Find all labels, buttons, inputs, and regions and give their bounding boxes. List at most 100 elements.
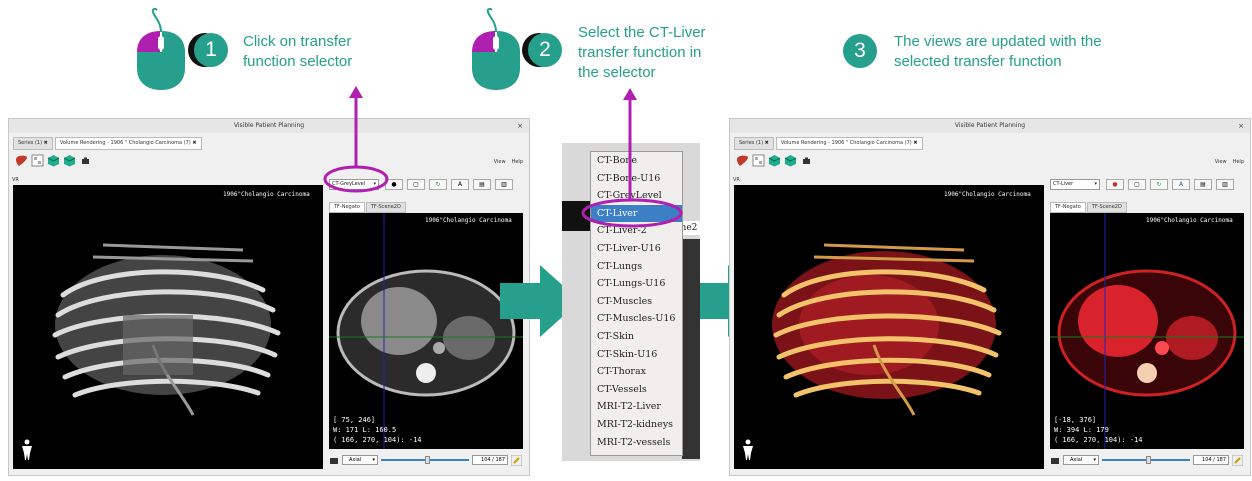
camera-icon-small[interactable] <box>1050 455 1060 465</box>
delete-button[interactable]: ● <box>1106 179 1124 190</box>
slice-controls: Axial 104 / 187 <box>329 453 523 467</box>
menu-help[interactable]: Help <box>512 159 523 165</box>
tf-button-row: ● ▢ ↻ A ▤ ▥ <box>1106 179 1234 190</box>
slice-slider[interactable] <box>381 456 469 464</box>
liver-icon[interactable] <box>15 154 28 167</box>
slider-handle[interactable] <box>425 456 430 464</box>
layout-grid-icon[interactable] <box>752 154 765 167</box>
liver-option-highlight-ellipse <box>581 198 683 228</box>
tf-button-row: ● ▢ ↻ A ▤ ▥ <box>385 179 513 190</box>
pin-icon[interactable] <box>1232 454 1243 466</box>
dropdown-item[interactable]: CT-Liver-U16 <box>591 240 682 258</box>
cube-icon-2[interactable] <box>63 154 76 167</box>
pin-icon[interactable] <box>511 454 522 466</box>
info-voxel: ( 166, 270, 104): -14 <box>333 436 422 444</box>
reset-button[interactable]: ↻ <box>429 179 447 190</box>
step-2-line-2: transfer function in <box>578 44 702 61</box>
slice-index: 104 / 187 <box>472 455 508 465</box>
slice-slider[interactable] <box>1102 456 1190 464</box>
dropdown-item[interactable]: MRI-T2-Liver <box>591 398 682 416</box>
info-coords: [ 75, 246] <box>333 416 376 424</box>
patient-name-2d: 1906"Cholangio Carcinoma <box>425 217 512 224</box>
info-window-level: W: 394 L: 179 <box>1054 426 1109 434</box>
camera-icon[interactable] <box>79 154 92 167</box>
patient-name: 1906"Cholangio Carcinoma <box>944 191 1031 198</box>
cube-icon[interactable] <box>47 154 60 167</box>
camera-icon[interactable] <box>800 154 813 167</box>
step-3-line-1: The views are updated with the <box>894 33 1102 50</box>
slice-controls: Axial 104 / 187 <box>1050 453 1244 467</box>
close-icon[interactable]: × <box>517 119 523 133</box>
dropdown-item[interactable]: MRI-T2-vessels <box>591 434 682 452</box>
right-panel: CT-Liver ● ▢ ↻ A ▤ ▥ TF-Negato TF-Scene2… <box>1050 177 1246 471</box>
tab-bar: Series (1) ✖ Volume Rendering - 1906 " C… <box>734 137 923 150</box>
window-title: Visible Patient Planning <box>9 119 529 133</box>
rename-button[interactable]: A <box>1172 179 1190 190</box>
tab-tf-negato[interactable]: TF-Negato <box>1050 202 1086 213</box>
toolbar <box>15 154 92 167</box>
step-1-pointer-arrow <box>349 86 363 166</box>
volume-render-view[interactable]: 1906"Cholangio Carcinoma <box>734 185 1044 469</box>
rename-button[interactable]: A <box>451 179 469 190</box>
ct-slice-liver <box>1050 213 1244 449</box>
tab-volume-rendering[interactable]: Volume Rendering - 1906 " Cholangio Carc… <box>775 137 923 150</box>
dropdown-item[interactable]: CT-Vessels <box>591 381 682 399</box>
orientation-person-icon <box>743 439 753 460</box>
view-label: VR <box>733 177 740 183</box>
ribcage-render-liver <box>772 243 1002 416</box>
new-button[interactable]: ▢ <box>407 179 425 190</box>
liver-icon[interactable] <box>736 154 749 167</box>
dropdown-item[interactable]: MRI-T2-kidneys <box>591 416 682 434</box>
volume-render-view[interactable]: 1906"Cholangio Carcinoma <box>13 185 323 469</box>
mouse-left-click-icon <box>137 8 188 90</box>
step-2-pointer-arrow <box>623 88 637 200</box>
reset-button[interactable]: ↻ <box>1150 179 1168 190</box>
close-icon[interactable]: × <box>1238 119 1244 133</box>
dropdown-item[interactable]: CT-Skin-U16 <box>591 346 682 364</box>
new-button[interactable]: ▢ <box>1128 179 1146 190</box>
dropdown-item[interactable]: CT-Muscles <box>591 293 682 311</box>
axial-slice-view[interactable]: 1906"Cholangio Carcinoma [-18, 376] W: 3… <box>1050 213 1244 449</box>
cube-icon-2[interactable] <box>784 154 797 167</box>
tab-tf-scene2d[interactable]: TF-Scene2D <box>365 202 406 213</box>
info-window-level: W: 171 L: 160.5 <box>333 426 397 434</box>
export-button[interactable]: ▥ <box>1216 179 1234 190</box>
mouse-left-click-icon-2 <box>472 8 520 90</box>
camera-icon-small[interactable] <box>329 455 339 465</box>
orientation-person-icon <box>22 439 32 460</box>
tab-tf-negato[interactable]: TF-Negato <box>329 202 365 213</box>
orientation-selector[interactable]: Axial <box>342 455 378 465</box>
app-window-after: Visible Patient Planning × Series (1) ✖ … <box>729 118 1251 476</box>
slice-info: [ 75, 246] W: 171 L: 160.5 ( 166, 270, 1… <box>333 415 422 445</box>
window-title: Visible Patient Planning <box>730 119 1250 133</box>
tab-series[interactable]: Series (1) ✖ <box>734 137 774 150</box>
tab-series[interactable]: Series (1) ✖ <box>13 137 53 150</box>
patient-name-2d: 1906"Cholangio Carcinoma <box>1146 217 1233 224</box>
ct-slice-grey <box>329 213 523 449</box>
step-2-text: Select the CT-Liver transfer function in… <box>578 23 706 83</box>
orientation-selector[interactable]: Axial <box>1063 455 1099 465</box>
tab-volume-rendering[interactable]: Volume Rendering - 1906 " Cholangio Carc… <box>54 137 202 150</box>
cube-icon[interactable] <box>768 154 781 167</box>
step-3-number: 3 <box>843 34 877 68</box>
tab-tf-scene2d[interactable]: TF-Scene2D <box>1086 202 1127 213</box>
dropdown-item[interactable]: CT-Lungs-U16 <box>591 275 682 293</box>
slice-info: [-18, 376] W: 394 L: 179 ( 166, 270, 104… <box>1054 415 1143 445</box>
import-button[interactable]: ▤ <box>1194 179 1212 190</box>
layout-grid-icon[interactable] <box>31 154 44 167</box>
bg-black-fragment <box>682 239 700 459</box>
menu-view[interactable]: View <box>1215 159 1227 165</box>
transfer-function-selector[interactable]: CT-Liver <box>1050 179 1100 190</box>
import-button[interactable]: ▤ <box>473 179 491 190</box>
info-voxel: ( 166, 270, 104): -14 <box>1054 436 1143 444</box>
dropdown-item[interactable]: CT-Lungs <box>591 258 682 276</box>
menu-view[interactable]: View <box>494 159 506 165</box>
step-2-line-3: the selector <box>578 64 656 81</box>
export-button[interactable]: ▥ <box>495 179 513 190</box>
axial-slice-view[interactable]: 1906"Cholangio Carcinoma [ 75, 246] W: 1… <box>329 213 523 449</box>
slider-handle[interactable] <box>1146 456 1151 464</box>
dropdown-item[interactable]: CT-Thorax <box>591 363 682 381</box>
dropdown-item[interactable]: CT-Skin <box>591 328 682 346</box>
menu-help[interactable]: Help <box>1233 159 1244 165</box>
dropdown-item[interactable]: CT-Muscles-U16 <box>591 310 682 328</box>
